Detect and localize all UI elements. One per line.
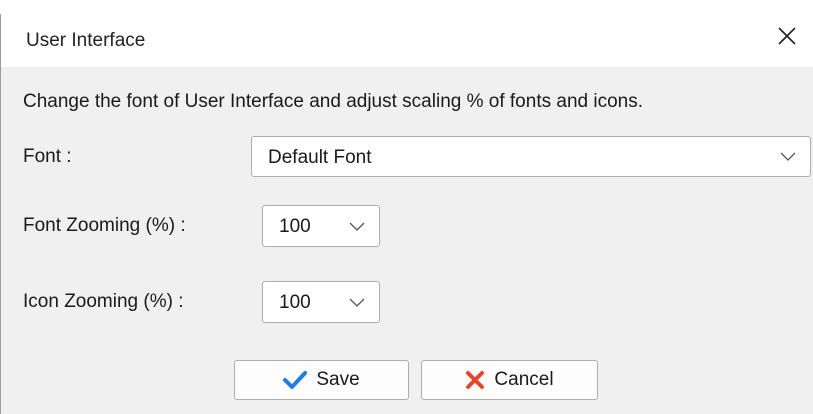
font-zoom-select[interactable]: 100 [262, 205, 380, 247]
chevron-down-icon [349, 222, 365, 231]
font-select-value: Default Font [268, 147, 372, 168]
cancel-button-label: Cancel [494, 369, 554, 390]
font-label: Font : [23, 146, 72, 167]
x-icon [466, 371, 485, 389]
icon-zoom-select[interactable]: 100 [262, 281, 380, 323]
icon-zoom-label: Icon Zooming (%) : [23, 291, 184, 312]
font-select[interactable]: Default Font [251, 136, 811, 177]
chevron-down-icon [349, 298, 365, 307]
title-bar: User Interface [1, 14, 813, 67]
close-button[interactable] [761, 14, 813, 58]
font-zoom-value: 100 [279, 216, 311, 237]
icon-zoom-value: 100 [279, 292, 311, 313]
close-icon [778, 27, 796, 45]
save-button-label: Save [316, 369, 360, 390]
checkmark-icon [283, 371, 308, 389]
description-text: Change the font of User Interface and ad… [23, 91, 643, 112]
save-button[interactable]: Save [234, 360, 409, 400]
dialog-title: User Interface [26, 30, 146, 51]
user-interface-dialog: User Interface Change the font of User I… [0, 14, 813, 414]
chevron-down-icon [780, 152, 796, 161]
cancel-button[interactable]: Cancel [421, 360, 598, 400]
background-window-strip [0, 0, 813, 14]
font-zoom-label: Font Zooming (%) : [23, 215, 186, 236]
